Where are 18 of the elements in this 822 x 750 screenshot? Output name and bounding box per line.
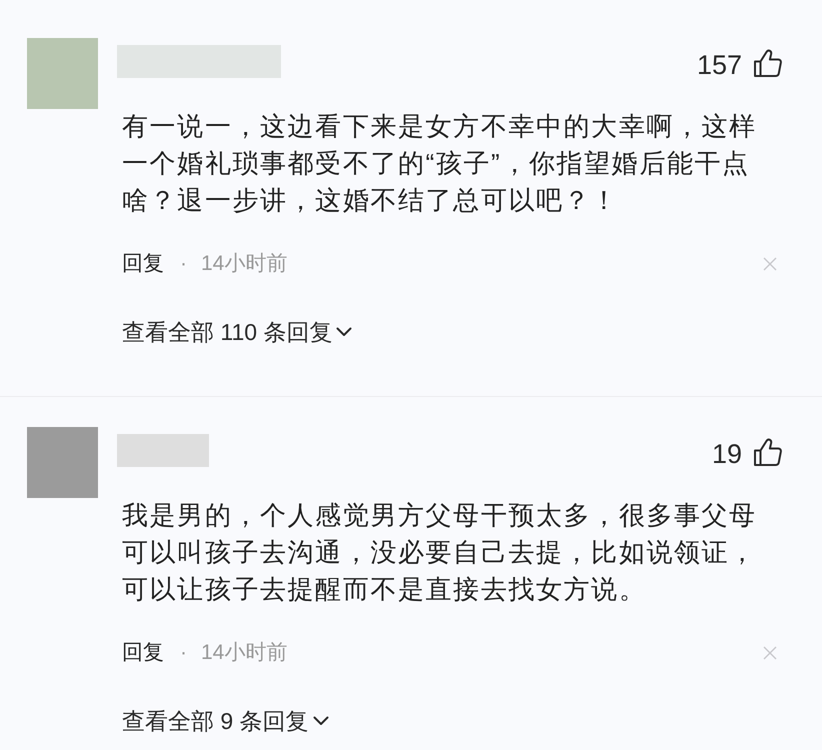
comment-text: 我是男的，个人感觉男方父母干预太多，很多事父母可以叫孩子去沟通，没必要自己去提，比如说领证，可以让孩子去提醒而不是直接去找女方说。 — [122, 499, 758, 606]
chevron-down-icon — [312, 716, 329, 726]
timestamp: 14小时前 — [201, 251, 288, 277]
close-icon[interactable] — [763, 257, 777, 271]
like-button[interactable]: 19 — [712, 439, 782, 469]
timestamp: 14小时前 — [201, 640, 288, 666]
separator-dot: · — [180, 640, 187, 666]
reply-button[interactable]: 回复 — [122, 249, 164, 279]
close-icon[interactable] — [763, 646, 777, 660]
chevron-down-icon — [336, 327, 352, 337]
thumbs-up-icon — [754, 49, 782, 77]
thumbs-up-icon — [754, 438, 782, 466]
reply-button[interactable]: 回复 — [122, 638, 164, 668]
separator-dot: · — [180, 251, 187, 277]
like-button[interactable]: 157 — [696, 50, 782, 80]
view-replies-button[interactable]: 查看全部 110 条回复 — [122, 316, 352, 348]
view-replies-button[interactable]: 查看全部 9 条回复 — [122, 705, 329, 737]
comment-text: 有一说一，这边看下来是女方不幸中的大幸啊，这样一个婚礼琐事都受不了的“孩子”，你指望婚后能干点啥？退一步讲，这婚不结了总可以吧？！ — [122, 110, 758, 217]
